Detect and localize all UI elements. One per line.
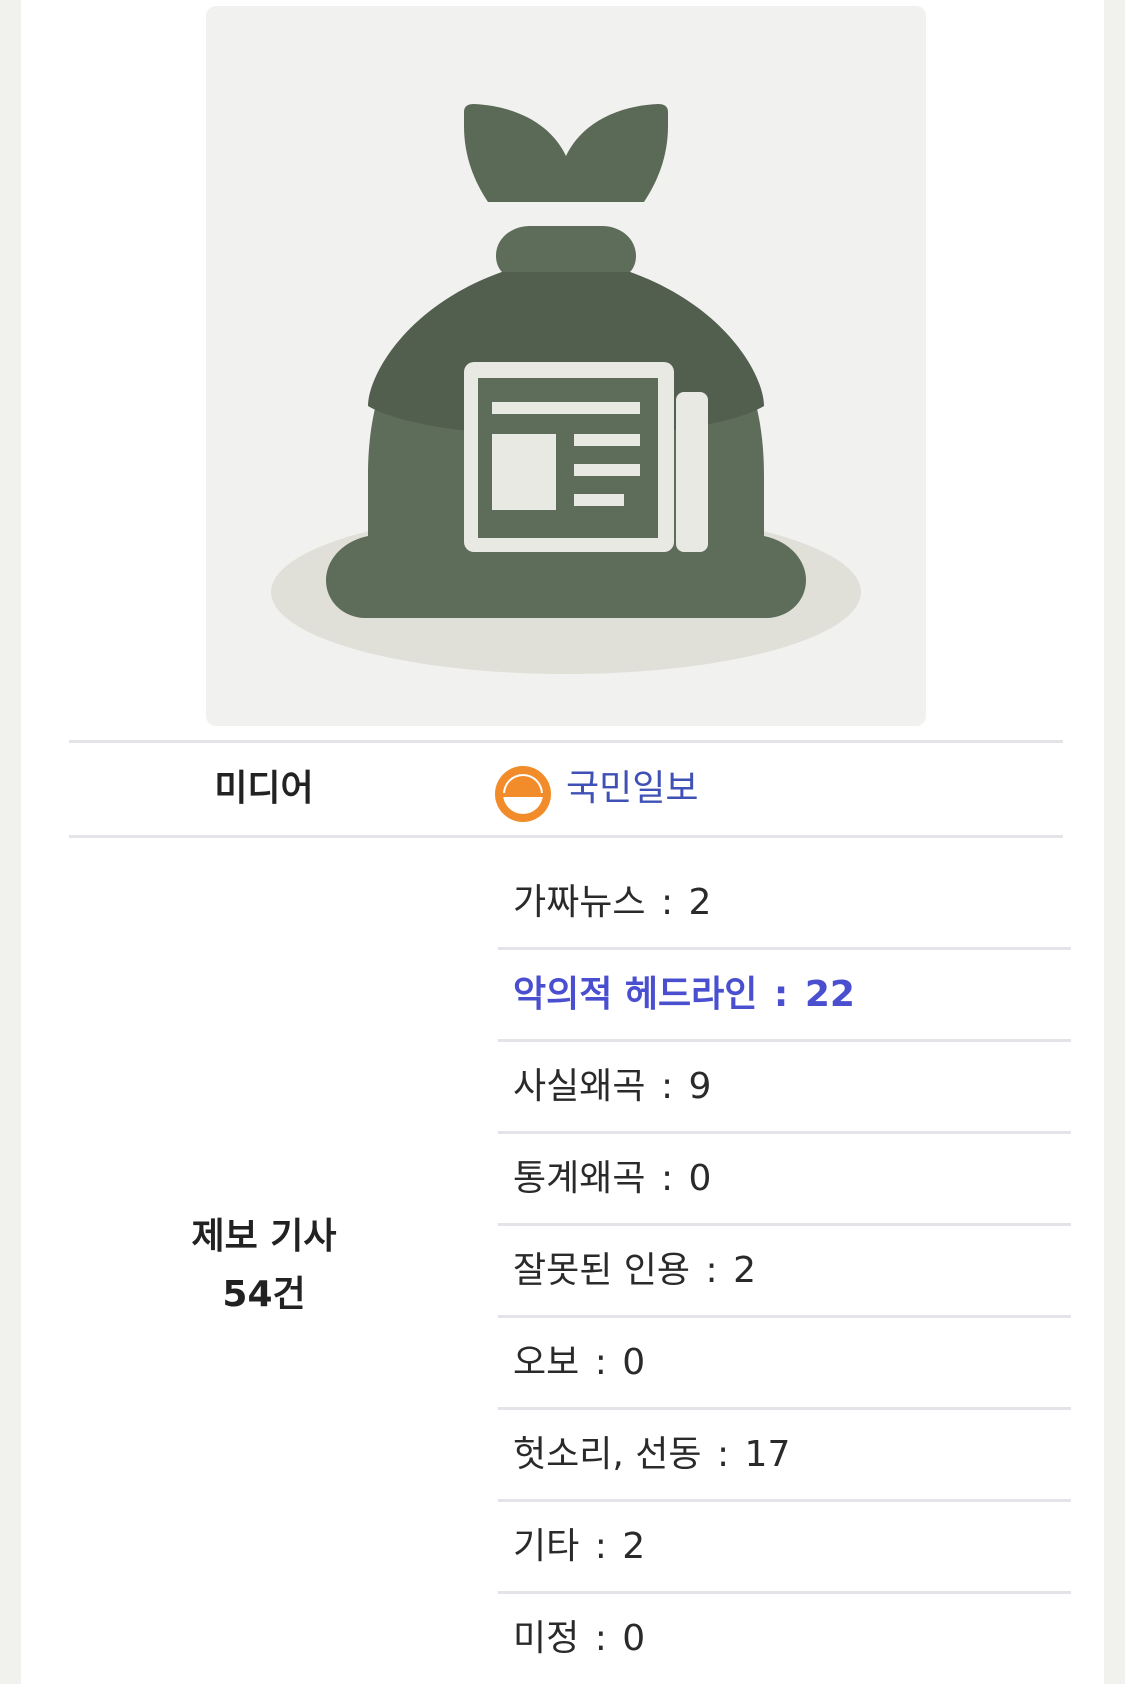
category-separator: :	[716, 1434, 730, 1475]
media-label: 미디어	[214, 768, 314, 809]
category-name: 사실왜곡	[513, 1066, 646, 1107]
category-separator: :	[660, 1158, 674, 1199]
category-name: 헛소리, 선동	[513, 1434, 702, 1475]
newspaper-trash-bag-icon	[271, 104, 861, 674]
category-name: 통계왜곡	[513, 1158, 646, 1199]
category-count: 0	[622, 1342, 646, 1383]
category-list: 가짜뉴스 : 2 악의적 헤드라인 : 22 사실왜곡 : 9 통계왜곡 : 0 잘못된…	[498, 858, 1071, 1683]
category-separator: :	[705, 1250, 718, 1291]
category-count: 17	[744, 1434, 791, 1475]
reports-label: 제보 기사 54건	[69, 1208, 459, 1324]
category-count: 2	[688, 882, 712, 923]
category-name: 악의적 헤드라인	[513, 974, 758, 1015]
category-count: 0	[688, 1158, 712, 1199]
category-item[interactable]: 헛소리, 선동 : 17	[498, 1410, 1071, 1502]
category-item[interactable]: 통계왜곡 : 0	[498, 1134, 1071, 1226]
category-item[interactable]: 잘못된 인용 : 2	[498, 1226, 1071, 1318]
category-item[interactable]: 사실왜곡 : 9	[498, 1042, 1071, 1134]
category-name: 미정	[513, 1618, 580, 1659]
category-separator: :	[660, 882, 674, 923]
category-item[interactable]: 미정 : 0	[498, 1594, 1071, 1683]
media-hero-image	[206, 6, 926, 726]
category-item[interactable]: 가짜뉴스 : 2	[498, 858, 1071, 950]
category-separator: :	[594, 1618, 607, 1659]
reports-label-title: 제보 기사	[191, 1216, 337, 1257]
category-item[interactable]: 오보 : 0	[498, 1318, 1071, 1410]
page: 미디어 국민일보 제보 기사 54건 가짜뉴스 : 2 악의적 헤드라인 : 22…	[21, 0, 1104, 1684]
category-separator: :	[594, 1526, 607, 1567]
reports-count: 54건	[222, 1274, 306, 1315]
category-name: 기타	[513, 1526, 580, 1567]
category-count: 2	[733, 1250, 756, 1291]
category-count: 0	[622, 1618, 646, 1659]
category-name: 가짜뉴스	[513, 882, 646, 923]
category-name: 오보	[513, 1342, 580, 1383]
category-separator: :	[594, 1342, 607, 1383]
category-count: 9	[688, 1066, 712, 1107]
category-separator: :	[773, 974, 789, 1015]
category-separator: :	[660, 1066, 674, 1107]
category-count: 22	[804, 974, 855, 1015]
category-name: 잘못된 인용	[513, 1250, 691, 1291]
media-name-link[interactable]: 국민일보	[566, 743, 698, 835]
category-count: 2	[622, 1526, 646, 1567]
media-row: 미디어 국민일보	[69, 740, 1063, 838]
category-item[interactable]: 기타 : 2	[498, 1502, 1071, 1594]
category-item[interactable]: 악의적 헤드라인 : 22	[498, 950, 1071, 1042]
kukmin-ilbo-logo-icon	[495, 766, 551, 822]
